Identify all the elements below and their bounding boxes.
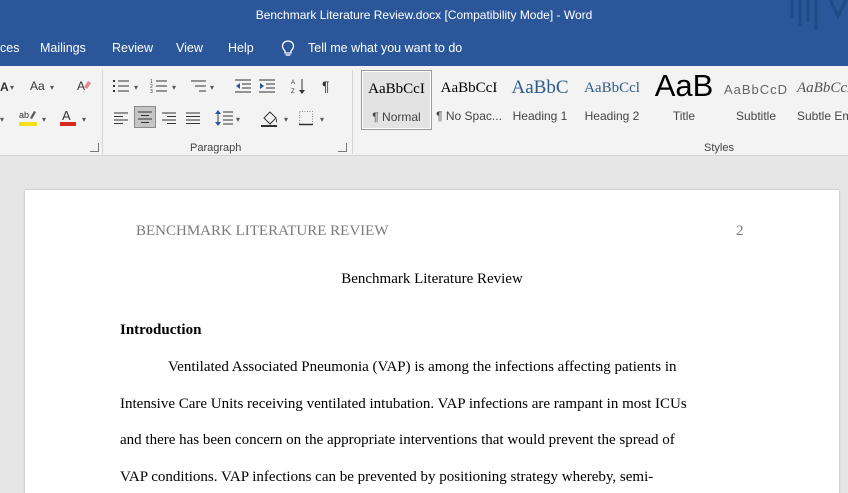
- document-title: Benchmark Literature Review: [341, 271, 523, 287]
- window-title: Benchmark Literature Review.docx [Compat…: [255, 8, 593, 22]
- chevron-down-icon[interactable]: ▾: [210, 83, 214, 92]
- align-left-icon[interactable]: [112, 110, 130, 126]
- chevron-down-icon[interactable]: ▾: [320, 115, 324, 124]
- tab-mailings[interactable]: Mailings: [40, 41, 86, 55]
- chevron-down-icon[interactable]: ▾: [10, 83, 14, 92]
- justify-icon[interactable]: [184, 110, 202, 126]
- style-subtitle[interactable]: AaBbCcD Subtitle: [721, 70, 791, 130]
- svg-text:A: A: [291, 80, 295, 86]
- style-name: ¶ No Spac...: [436, 109, 502, 123]
- chevron-down-icon[interactable]: ▾: [82, 115, 86, 124]
- page-number: 2: [736, 223, 744, 239]
- svg-text:A: A: [77, 79, 85, 93]
- group-separator: [102, 70, 103, 154]
- change-case-icon[interactable]: Aa: [30, 79, 45, 93]
- group-separator: [352, 70, 353, 154]
- chevron-down-icon[interactable]: ▾: [42, 115, 46, 124]
- increase-indent-icon[interactable]: [258, 78, 276, 94]
- tab-help[interactable]: Help: [228, 41, 254, 55]
- style-preview: AaB: [654, 70, 714, 103]
- style-subtle-emphasis[interactable]: AaBbCcD Subtle Em: [793, 70, 848, 130]
- chevron-down-icon[interactable]: ▾: [0, 115, 4, 124]
- style-heading-2[interactable]: AaBbCcl Heading 2: [577, 70, 647, 130]
- body-line: Ventilated Associated Pneumonia (VAP) is…: [168, 359, 677, 375]
- body-line: VAP conditions. VAP infections can be pr…: [120, 469, 654, 485]
- styles-gallery: AaBbCcI ¶ Normal AaBbCcI ¶ No Spac... Aa…: [360, 70, 848, 132]
- style-name: Heading 2: [584, 109, 640, 123]
- ribbon: A ▾ Aa ▾ A ▾ ab ▾ A ▾ ▾ 123 ▾ ▾ AZ ¶ ▾ ▾…: [0, 66, 848, 156]
- style-preview: AaBbCcD: [797, 80, 848, 96]
- document-page[interactable]: BENCHMARK LITERATURE REVIEW 2 Benchmark …: [25, 190, 839, 493]
- lightbulb-icon: [281, 40, 295, 56]
- chevron-down-icon[interactable]: ▾: [172, 83, 176, 92]
- style-name: Subtle Em: [797, 109, 848, 123]
- align-right-icon[interactable]: [160, 110, 178, 126]
- style-title[interactable]: AaB Title: [649, 70, 719, 130]
- style-heading-1[interactable]: AaBbC Heading 1: [505, 70, 575, 130]
- style-name: Subtitle: [735, 109, 777, 123]
- style-preview: AaBbCcl: [584, 80, 640, 96]
- chevron-down-icon[interactable]: ▾: [236, 115, 240, 124]
- tell-me-search[interactable]: Tell me what you want to do: [308, 41, 462, 55]
- section-heading: Introduction: [120, 322, 202, 338]
- text-highlight-color-icon[interactable]: ab: [18, 108, 40, 128]
- font-dialog-launcher-icon[interactable]: [90, 143, 99, 152]
- body-line: and there has been concern on the approp…: [120, 432, 675, 448]
- svg-text:ab: ab: [19, 110, 29, 120]
- clear-formatting-icon[interactable]: A: [76, 78, 92, 94]
- style-name: ¶ Normal: [372, 110, 421, 124]
- borders-icon[interactable]: [298, 110, 314, 126]
- paragraph-dialog-launcher-icon[interactable]: [338, 143, 347, 152]
- tab-review[interactable]: Review: [112, 41, 153, 55]
- chevron-down-icon[interactable]: ▾: [50, 83, 54, 92]
- svg-text:A: A: [62, 108, 71, 123]
- chevron-down-icon[interactable]: ▾: [284, 115, 288, 124]
- ribbon-tabs: ces Mailings Review View Help Tell me wh…: [0, 32, 848, 66]
- running-header: BENCHMARK LITERATURE REVIEW: [136, 223, 389, 239]
- style-normal[interactable]: AaBbCcI ¶ Normal: [361, 70, 432, 130]
- title-bar: Benchmark Literature Review.docx [Compat…: [0, 0, 848, 32]
- font-color-icon[interactable]: A: [58, 108, 78, 128]
- style-preview: AaBbC: [511, 77, 569, 98]
- style-preview: AaBbCcI: [440, 80, 498, 96]
- style-preview: AaBbCcD: [723, 82, 789, 97]
- multilevel-list-icon[interactable]: [188, 78, 208, 94]
- title-decoration-icon: [790, 0, 848, 30]
- tab-references[interactable]: ces: [0, 41, 19, 55]
- decrease-indent-icon[interactable]: [234, 78, 252, 94]
- align-center-icon: [138, 111, 152, 123]
- tab-view[interactable]: View: [176, 41, 203, 55]
- paragraph-group-label: Paragraph: [190, 142, 242, 154]
- body-line: Intensive Care Units receiving ventilate…: [120, 396, 687, 412]
- line-spacing-icon[interactable]: [214, 109, 234, 127]
- numbering-icon[interactable]: 123: [150, 78, 168, 94]
- show-formatting-marks-icon[interactable]: ¶: [322, 79, 330, 93]
- shading-icon[interactable]: [260, 108, 280, 128]
- bullets-icon[interactable]: [112, 78, 130, 94]
- style-name: Heading 1: [512, 109, 568, 123]
- svg-text:Z: Z: [291, 89, 295, 95]
- document-area: BENCHMARK LITERATURE REVIEW 2 Benchmark …: [0, 157, 848, 493]
- align-center-button[interactable]: [134, 106, 156, 128]
- style-no-spacing[interactable]: AaBbCcI ¶ No Spac...: [433, 70, 505, 130]
- style-name: Title: [672, 109, 696, 123]
- styles-group-label: Styles: [704, 142, 734, 154]
- style-preview: AaBbCcI: [368, 81, 425, 97]
- sort-icon[interactable]: AZ: [290, 77, 308, 95]
- font-size-icon[interactable]: A: [0, 80, 9, 94]
- chevron-down-icon[interactable]: ▾: [134, 83, 138, 92]
- svg-text:3: 3: [150, 89, 153, 94]
